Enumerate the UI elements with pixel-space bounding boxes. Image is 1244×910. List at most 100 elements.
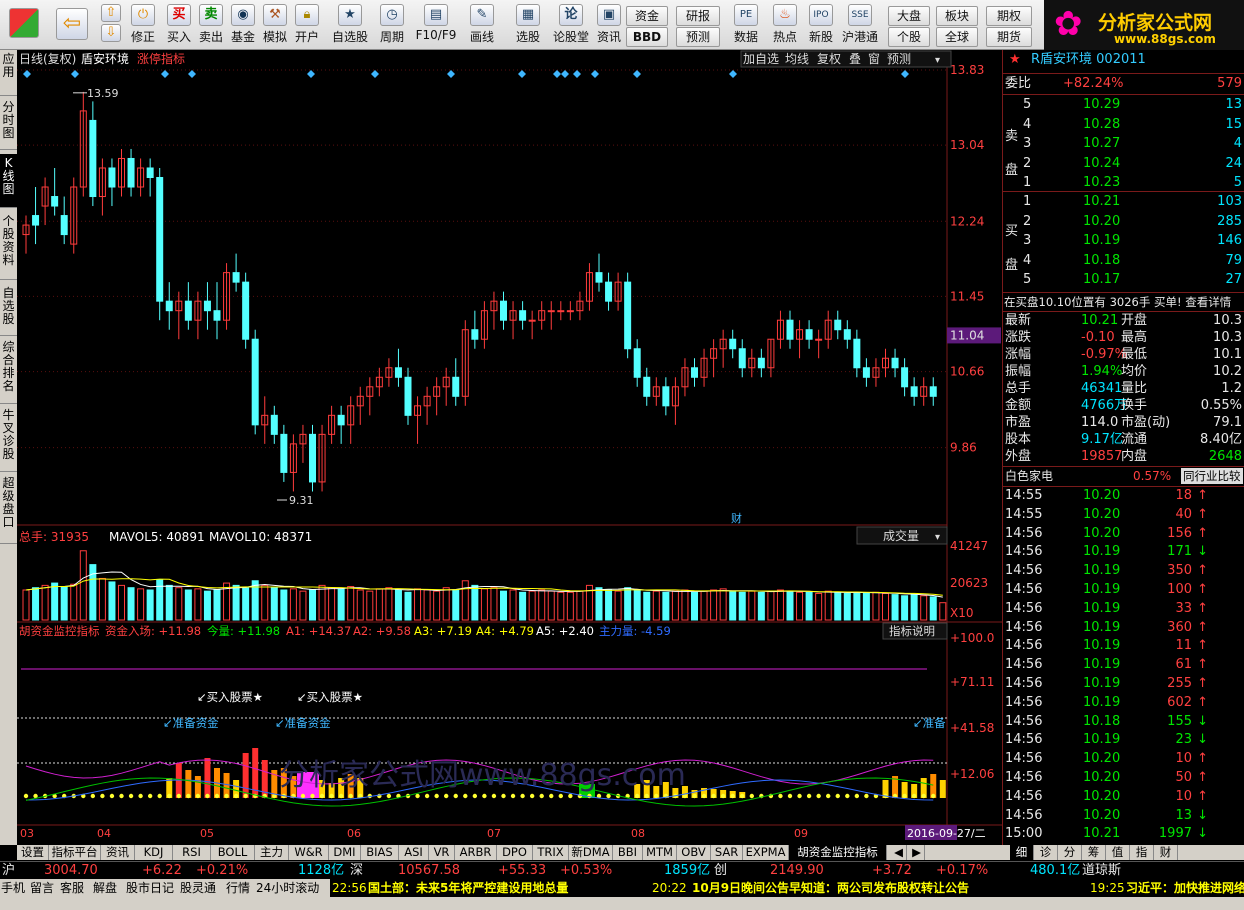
right-panel-tab[interactable]: 筹 — [1082, 845, 1106, 860]
right-panel-tab[interactable]: 指 — [1130, 845, 1154, 860]
event-marker-icon[interactable] — [447, 70, 455, 78]
event-marker-icon[interactable] — [371, 70, 379, 78]
scroll-right-icon[interactable]: ▶ — [909, 845, 925, 860]
event-marker-icon[interactable] — [901, 70, 909, 78]
event-marker-icon[interactable] — [307, 70, 315, 78]
right-panel-tab[interactable]: 细 — [1010, 845, 1034, 860]
open-account-button[interactable]: 🔒︎ 开户 — [292, 2, 322, 48]
indicator-tab[interactable]: DMI — [329, 845, 361, 860]
indicator-tab[interactable]: BIAS — [361, 845, 399, 860]
link-message[interactable]: 留言 — [30, 879, 54, 897]
hotspot-button[interactable]: ♨ 热点 — [768, 2, 802, 48]
indicator-tab[interactable]: TRIX — [533, 845, 569, 860]
right-panel-tab[interactable]: 分 — [1058, 845, 1082, 860]
event-marker-icon[interactable] — [573, 70, 581, 78]
market-button[interactable]: 大盘 — [888, 6, 930, 26]
link-24h[interactable]: 24小时滚动 — [256, 879, 319, 897]
right-panel-tab[interactable]: 值 — [1106, 845, 1130, 860]
news-3-text[interactable]: 习近平：加快推进网络 — [1126, 879, 1244, 897]
finance-marker[interactable]: 财 — [731, 511, 742, 525]
tab-watchlist[interactable]: 自选股 — [0, 284, 17, 336]
header-dropdown-icon[interactable]: ▾ — [935, 55, 940, 66]
indicator-tab[interactable]: BOLL — [211, 845, 255, 860]
event-marker-icon[interactable] — [518, 70, 526, 78]
buy-button[interactable]: 买买入 — [164, 2, 194, 48]
research-button[interactable]: 研报 — [676, 6, 720, 26]
fund-button[interactable]: ◉ 基金 — [228, 2, 258, 48]
tab-diagnose[interactable]: 牛叉诊股 — [0, 406, 17, 472]
event-marker-icon[interactable] — [633, 70, 641, 78]
ipo-button[interactable]: IPO 新股 — [804, 2, 838, 48]
event-marker-icon[interactable] — [161, 70, 169, 78]
forecast-button[interactable]: 预测 — [676, 27, 720, 47]
event-marker-icon[interactable] — [553, 70, 561, 78]
sector-button[interactable]: 板块 — [936, 6, 978, 26]
stock-button[interactable]: 个股 — [888, 27, 930, 47]
link-diary[interactable]: 股市日记 — [126, 879, 174, 897]
app-menu-button[interactable] — [6, 2, 42, 48]
link-guling[interactable]: 股灵通 — [180, 879, 216, 897]
indicator-tab[interactable]: RSI — [173, 845, 211, 860]
event-marker-icon[interactable] — [188, 70, 196, 78]
back-button[interactable]: ⇦ — [52, 2, 92, 48]
futures-button[interactable]: 期货 — [986, 27, 1032, 47]
simulate-button[interactable]: ⚒ 模拟 — [260, 2, 290, 48]
volume-selector[interactable]: 成交量 ▾ — [856, 526, 948, 545]
repair-button[interactable]: ⏻ 修正 — [128, 2, 158, 48]
indicator-tab[interactable]: OBV — [677, 845, 711, 860]
hk-connect-button[interactable]: SSE 沪港通 — [840, 2, 880, 48]
indicator-tab[interactable]: MTM — [643, 845, 677, 860]
overlay-button[interactable]: 叠 — [849, 52, 861, 66]
indicator-tab[interactable]: ASI — [399, 845, 429, 860]
add-watchlist-button[interactable]: 加自选 — [743, 52, 779, 66]
indicator-tab[interactable]: 新DMA — [569, 845, 613, 860]
link-analysis[interactable]: 解盘 — [93, 879, 117, 897]
tab-apps[interactable]: 应用 — [0, 50, 17, 96]
link-service[interactable]: 客服 — [60, 879, 84, 897]
tab-kline[interactable]: K线图 — [0, 154, 17, 208]
indicator-tab[interactable]: EXPMA — [743, 845, 789, 860]
indicator-tab[interactable]: ARBR — [455, 845, 497, 860]
event-marker-icon[interactable] — [729, 70, 737, 78]
sz-index[interactable]: 10567.58 — [398, 862, 460, 880]
f10-button[interactable]: ▤ F10/F9 — [414, 2, 458, 48]
capital-button[interactable]: 资金 — [626, 6, 668, 26]
indicator-tab[interactable]: W&R — [289, 845, 329, 860]
window-button[interactable]: 窗 — [868, 52, 880, 66]
stock-picker-button[interactable]: ▦ 选股 — [508, 2, 548, 48]
news-1-text[interactable]: 国土部：未来5年将严控建设用地总量 — [368, 879, 568, 897]
event-marker-icon[interactable] — [561, 70, 569, 78]
tab-profile[interactable]: 个股资料 — [0, 212, 17, 280]
restore-button[interactable]: 复权 — [817, 52, 841, 66]
predict-button[interactable]: 预测 — [887, 52, 911, 66]
indicator-tab[interactable]: 资讯 — [101, 845, 135, 860]
big-order-notice[interactable]: 在买盘10.10位置有 3026手 买单! 查看详情 — [1004, 293, 1231, 311]
indicator-tab[interactable]: BBI — [613, 845, 643, 860]
link-mobile[interactable]: 手机 — [1, 879, 25, 897]
scroll-up-button[interactable]: ⇧ ⇩ — [98, 2, 124, 48]
dow-label[interactable]: 道琼斯 — [1082, 862, 1121, 880]
event-marker-icon[interactable] — [71, 70, 79, 78]
draw-line-button[interactable]: ✎ 画线 — [462, 2, 502, 48]
limit-up-indicator-link[interactable]: 涨停指标 — [137, 51, 185, 66]
indicator-tab[interactable]: 主力 — [255, 845, 289, 860]
indicator-tab[interactable]: VR — [429, 845, 455, 860]
news-button[interactable]: ▣ 资讯 — [594, 2, 624, 48]
right-panel-tab[interactable]: 财 — [1154, 845, 1178, 860]
indicator-help-button[interactable]: 指标说明 — [882, 622, 948, 640]
tab-ranking[interactable]: 综合排名 — [0, 338, 17, 404]
forum-button[interactable]: 论论股堂 — [552, 2, 590, 48]
tab-super-quote[interactable]: 超级盘口 — [0, 474, 17, 544]
indicator-tab[interactable]: KDJ — [135, 845, 173, 860]
period-button[interactable]: ◷ 周期 — [372, 2, 412, 48]
ma-button[interactable]: 均线 — [785, 52, 809, 66]
indicator-tab[interactable]: 胡资金监控指标 — [789, 845, 887, 860]
sh-index[interactable]: 3004.70 — [44, 862, 98, 880]
sell-button[interactable]: 卖卖出 — [196, 2, 226, 48]
data-button[interactable]: PE 数据 — [728, 2, 764, 48]
event-marker-icon[interactable] — [23, 70, 31, 78]
indicator-tab[interactable]: 设置 — [17, 845, 49, 860]
news-2-text[interactable]: 10月9日晚间公告早知道：两公司发布股权转让公告 — [692, 879, 969, 897]
tab-intraday[interactable]: 分时图 — [0, 98, 17, 150]
link-market[interactable]: 行情 — [226, 879, 250, 897]
